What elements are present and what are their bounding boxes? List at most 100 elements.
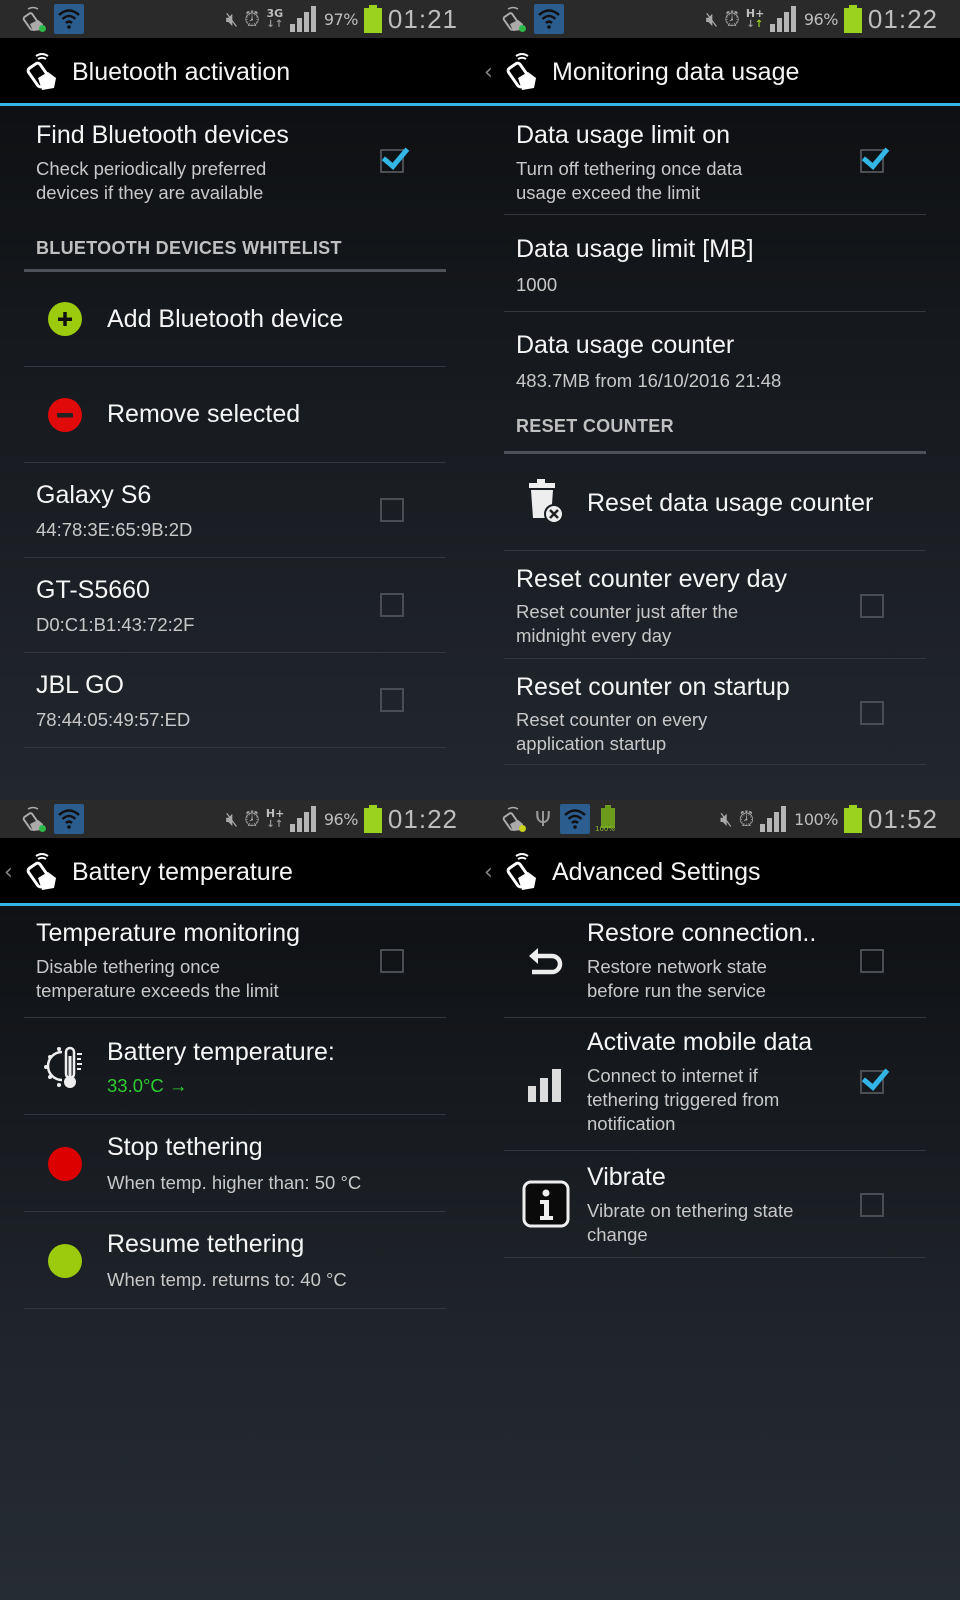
page-title: Battery temperature (72, 858, 293, 886)
pref-title: Data usage limit [MB] (516, 235, 754, 263)
mute-vibrate-icon: 🔇︎ (225, 807, 239, 831)
pref-summary-line1: Turn off tethering once data (516, 158, 743, 179)
app-logo-icon[interactable] (24, 852, 62, 892)
reset-data-usage-counter-button[interactable]: Reset data usage counter (504, 454, 926, 551)
mute-vibrate-icon: 🔇︎ (225, 7, 239, 31)
pref-title: Activate mobile data (587, 1028, 813, 1056)
signal-strength-icon (760, 806, 788, 832)
device-name: GT-S5660 (36, 576, 150, 604)
clock: 01:52 (867, 803, 938, 834)
wifi-hotspot-icon (54, 804, 84, 834)
device-mac: D0:C1:B1:43:72:2F (36, 614, 195, 635)
back-chevron-icon[interactable]: ‹ (484, 860, 493, 885)
pref-temperature-monitoring[interactable]: Temperature monitoring Disable tethering… (24, 909, 446, 1018)
alarm-icon: ⏰︎ (244, 7, 260, 31)
alarm-icon: ⏰︎ (724, 7, 740, 31)
battery-percent: 100% (794, 809, 838, 829)
battery-temperature-item[interactable]: Battery temperature: 33.0°C → (24, 1018, 446, 1115)
pref-summary-line1: Restore network state (587, 956, 767, 977)
network-type-icon: 3G ↓↑ (266, 7, 284, 30)
device-checkbox[interactable] (380, 498, 404, 522)
action-bar: ‹ Battery temperature (0, 838, 480, 906)
data-limit-checkbox[interactable] (860, 149, 884, 173)
resume-tethering-threshold: When temp. returns to: 40 °C (107, 1269, 347, 1290)
section-header-reset-counter: RESET COUNTER (504, 404, 926, 454)
trash-clear-icon (524, 477, 568, 527)
signal-strength-icon (289, 806, 318, 832)
app-logo-icon[interactable] (504, 52, 542, 92)
pref-summary-line2: tethering triggered from (587, 1089, 780, 1110)
app-logo-icon[interactable] (24, 52, 62, 92)
battery-percent: 96% (803, 9, 839, 29)
status-bar: Ψ 100% 🔇︎ ⏰︎ 100% 01:52 (480, 800, 960, 838)
device-name: JBL GO (36, 671, 124, 699)
battery-temperature-label: Battery temperature: (107, 1038, 335, 1066)
pref-data-usage-limit-mb[interactable]: Data usage limit [MB] 1000 (504, 215, 926, 312)
pref-reset-counter-on-startup[interactable]: Reset counter on startup Reset counter o… (504, 659, 926, 765)
pref-summary-line1: Check periodically preferred (36, 158, 267, 179)
pref-activate-mobile-data[interactable]: Activate mobile data Connect to internet… (504, 1018, 926, 1151)
mobile-signal-bars-icon (528, 1068, 564, 1104)
status-bar: 🔇︎ ⏰︎ H+ ↓↑ 96% 01:22 (0, 800, 480, 838)
undo-arrow-icon (526, 944, 566, 980)
device-item[interactable]: Galaxy S6 44:78:3E:65:9B:2D (24, 463, 446, 558)
resume-tethering-item[interactable]: Resume tethering When temp. returns to: … (24, 1212, 446, 1309)
data-limit-value: 1000 (516, 274, 558, 295)
pref-restore-connection[interactable]: Restore connection.. Restore network sta… (504, 909, 926, 1018)
pref-summary-line1: Disable tethering once (36, 956, 221, 977)
pref-summary-line1: Vibrate on tethering state (587, 1200, 794, 1221)
pref-summary-line2: before run the service (587, 980, 766, 1001)
pref-title: Reset counter every day (516, 565, 787, 593)
reset-daily-checkbox[interactable] (860, 594, 884, 618)
pref-vibrate[interactable]: Vibrate Vibrate on tethering state chang… (504, 1151, 926, 1258)
page-title: Bluetooth activation (72, 58, 291, 86)
reset-startup-checkbox[interactable] (860, 701, 884, 725)
stop-tethering-item[interactable]: Stop tethering When temp. higher than: 5… (24, 1115, 446, 1212)
battery-icon (363, 5, 382, 33)
status-bar: 🔇︎ ⏰︎ H+ ↓↑ 96% 01:22 (480, 0, 960, 38)
screen-advanced-settings: Ψ 100% 🔇︎ ⏰︎ 100% 01:52 ‹ Advanced Setti… (480, 800, 960, 1600)
battery-full-notification-icon: 100% (595, 805, 618, 833)
back-chevron-icon[interactable]: ‹ (484, 60, 493, 85)
temperature-monitoring-checkbox[interactable] (380, 949, 404, 973)
battery-temperature-value: 33.0°C → (107, 1075, 188, 1096)
section-header-whitelist: BLUETOOTH DEVICES WHITELIST (24, 222, 446, 272)
pref-data-usage-counter[interactable]: Data usage counter 483.7MB from 16/10/20… (504, 312, 926, 404)
device-item[interactable]: JBL GO 78:44:05:49:57:ED (24, 653, 446, 748)
back-chevron-icon[interactable]: ‹ (4, 860, 13, 885)
reset-label: Reset data usage counter (587, 489, 874, 517)
restore-connection-checkbox[interactable] (860, 949, 884, 973)
pref-summary-line2: devices if they are available (36, 182, 264, 203)
pref-reset-counter-every-day[interactable]: Reset counter every day Reset counter ju… (504, 551, 926, 659)
mute-vibrate-icon: 🔇︎ (705, 7, 719, 31)
clock: 01:21 (387, 3, 458, 34)
remove-selected-button[interactable]: Remove selected (24, 367, 446, 463)
device-item[interactable]: GT-S5660 D0:C1:B1:43:72:2F (24, 558, 446, 653)
app-logo-icon[interactable] (504, 852, 542, 892)
status-bar: 🔇︎ ⏰︎ 3G ↓↑ 97% 01:21 (0, 0, 480, 38)
pref-summary-line2: temperature exceeds the limit (36, 980, 279, 1001)
activate-mobile-data-checkbox[interactable] (860, 1070, 884, 1094)
vibrate-checkbox[interactable] (860, 1193, 884, 1217)
network-type-icon: H+ ↓↑ (745, 7, 765, 30)
pref-find-bluetooth-devices[interactable]: Find Bluetooth devices Check periodicall… (24, 109, 446, 224)
battery-icon (843, 805, 862, 833)
tethering-app-notification-icon (500, 6, 526, 32)
battery-icon (843, 5, 862, 33)
pref-summary-line3: notification (587, 1113, 676, 1134)
mute-vibrate-icon: 🔇︎ (719, 807, 733, 831)
alarm-icon: ⏰︎ (738, 807, 755, 831)
stop-tethering-title: Stop tethering (107, 1133, 263, 1161)
device-checkbox[interactable] (380, 688, 404, 712)
pref-title: Temperature monitoring (36, 919, 301, 947)
pref-data-usage-limit-on[interactable]: Data usage limit on Turn off tethering o… (504, 109, 926, 215)
screen-monitoring-data-usage: 🔇︎ ⏰︎ H+ ↓↑ 96% 01:22 ‹ Monitoring data u… (480, 0, 960, 800)
wifi-hotspot-icon (534, 4, 564, 34)
usb-icon: Ψ (535, 807, 551, 831)
wifi-hotspot-icon (560, 804, 590, 834)
tethering-app-notification-icon (500, 806, 526, 832)
device-checkbox[interactable] (380, 593, 404, 617)
battery-icon (363, 805, 382, 833)
add-bluetooth-device-button[interactable]: Add Bluetooth device (24, 272, 446, 367)
find-bluetooth-checkbox[interactable] (380, 149, 404, 173)
